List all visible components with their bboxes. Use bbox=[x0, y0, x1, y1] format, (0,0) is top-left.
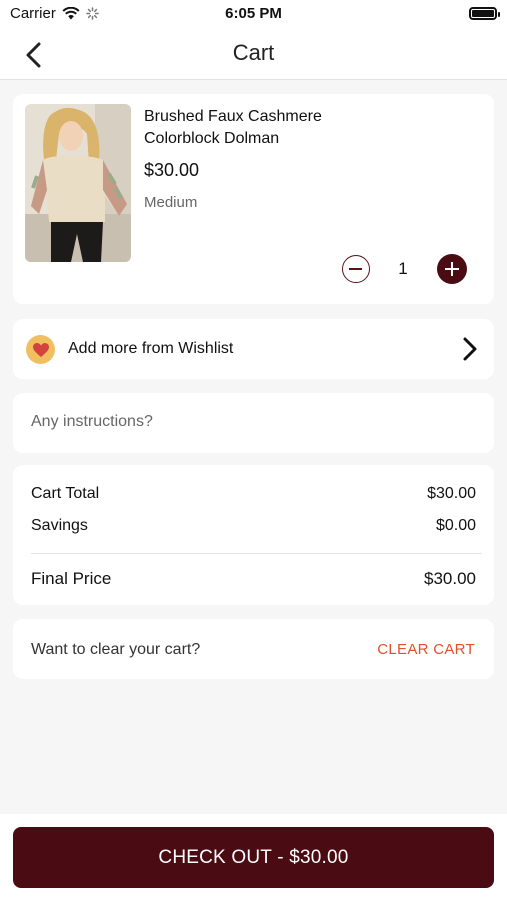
cart-total-row: Cart Total $30.00 bbox=[31, 485, 476, 503]
cart-item-card: Brushed Faux Cashmere Colorblock Dolman … bbox=[13, 94, 494, 304]
final-price-row: Final Price $30.00 bbox=[31, 569, 476, 589]
quantity-increase-button[interactable] bbox=[437, 254, 467, 284]
savings-value: $0.00 bbox=[435, 517, 476, 534]
final-price-value: $30.00 bbox=[424, 569, 476, 588]
chevron-right-icon bbox=[463, 337, 477, 361]
totals-divider bbox=[31, 553, 482, 554]
instructions-input[interactable] bbox=[31, 413, 471, 431]
battery-icon bbox=[469, 7, 500, 20]
product-name-line1: Brushed Faux Cashmere bbox=[144, 108, 322, 125]
product-photo bbox=[25, 104, 131, 262]
heart-icon bbox=[32, 342, 49, 357]
clear-cart-question: Want to clear your cart? bbox=[31, 641, 201, 658]
clear-cart-button[interactable]: CLEAR CART bbox=[377, 641, 475, 658]
clear-cart-card: Want to clear your cart? CLEAR CART bbox=[13, 619, 494, 679]
savings-row: Savings $0.00 bbox=[31, 517, 476, 535]
cart-total-label: Cart Total bbox=[31, 485, 100, 502]
heart-badge bbox=[26, 335, 55, 364]
wishlist-row[interactable]: Add more from Wishlist bbox=[13, 319, 494, 379]
product-image[interactable] bbox=[25, 104, 131, 262]
savings-label: Savings bbox=[31, 517, 88, 534]
cart-total-value: $30.00 bbox=[427, 485, 476, 502]
totals-card: Cart Total $30.00 Savings $0.00 Final Pr… bbox=[13, 465, 494, 605]
final-price-label: Final Price bbox=[31, 569, 112, 588]
product-size: Medium bbox=[144, 194, 198, 211]
product-price: $30.00 bbox=[144, 160, 200, 180]
status-bar: Carrier 6:05 PM bbox=[0, 0, 507, 30]
navigation-bar: Cart bbox=[0, 30, 507, 80]
instructions-card bbox=[13, 393, 494, 453]
product-name[interactable]: Brushed Faux Cashmere Colorblock Dolman bbox=[144, 106, 404, 150]
checkout-footer: CHECK OUT - $30.00 bbox=[0, 814, 507, 900]
page-title: Cart bbox=[232, 40, 275, 65]
status-time: 6:05 PM bbox=[225, 5, 282, 22]
wishlist-label: Add more from Wishlist bbox=[68, 340, 234, 357]
product-name-line2: Colorblock Dolman bbox=[144, 130, 280, 147]
quantity-decrease-button[interactable] bbox=[342, 255, 370, 283]
quantity-value: 1 bbox=[398, 259, 408, 278]
checkout-button[interactable]: CHECK OUT - $30.00 bbox=[13, 827, 494, 888]
